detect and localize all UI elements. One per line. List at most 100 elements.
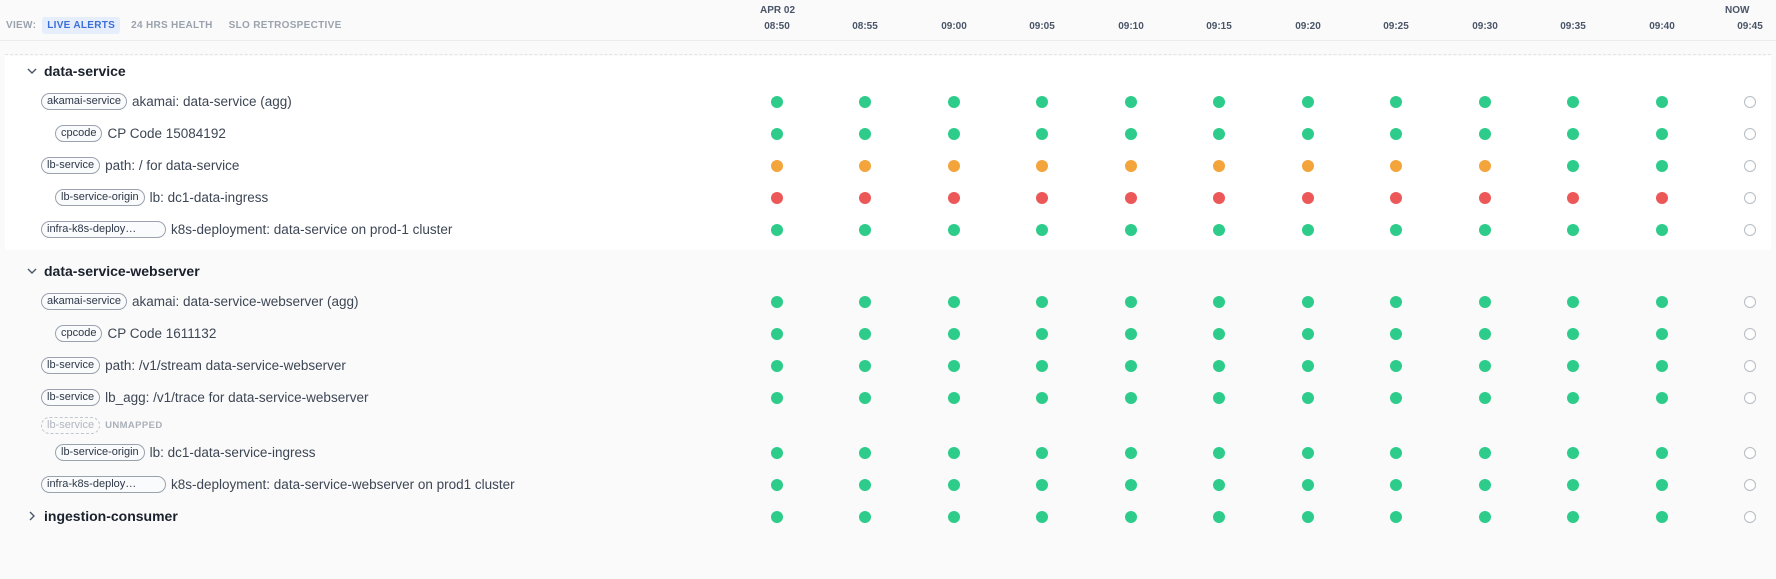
service-row[interactable]: cpcode CP Code 1611132 — [5, 318, 1771, 350]
status-dot-green[interactable] — [1036, 224, 1048, 236]
service-row[interactable]: cpcode CP Code 15084192 — [5, 118, 1771, 150]
status-dot-green[interactable] — [1390, 392, 1402, 404]
status-dot-green[interactable] — [948, 96, 960, 108]
tab-24-hrs-health[interactable]: 24 HRS HEALTH — [126, 17, 218, 34]
status-dot-green[interactable] — [1125, 224, 1137, 236]
status-dot-green[interactable] — [859, 447, 871, 459]
chevron-down-icon[interactable] — [25, 264, 39, 278]
status-dot-green[interactable] — [1390, 447, 1402, 459]
status-dot-green[interactable] — [1656, 96, 1668, 108]
status-dot-red[interactable] — [1036, 192, 1048, 204]
status-dot-red[interactable] — [948, 192, 960, 204]
status-dot-green[interactable] — [948, 511, 960, 523]
status-dot-red[interactable] — [1390, 192, 1402, 204]
status-dot-green[interactable] — [1656, 224, 1668, 236]
status-dot-green[interactable] — [1567, 392, 1579, 404]
status-dot-green[interactable] — [1302, 224, 1314, 236]
status-dot-red[interactable] — [1213, 192, 1225, 204]
status-dot-green[interactable] — [859, 360, 871, 372]
status-dot-red[interactable] — [1567, 192, 1579, 204]
status-dot-green[interactable] — [1125, 296, 1137, 308]
service-row[interactable]: lb-service path: / for data-service — [5, 150, 1771, 182]
status-dot-green[interactable] — [1479, 392, 1491, 404]
status-dot-empty[interactable] — [1744, 296, 1756, 308]
status-dot-green[interactable] — [948, 128, 960, 140]
status-dot-green[interactable] — [1479, 296, 1491, 308]
status-dot-green[interactable] — [859, 392, 871, 404]
status-dot-green[interactable] — [1125, 511, 1137, 523]
status-dot-green[interactable] — [1567, 96, 1579, 108]
status-dot-green[interactable] — [1036, 128, 1048, 140]
status-dot-green[interactable] — [1390, 360, 1402, 372]
status-dot-green[interactable] — [859, 479, 871, 491]
tab-live-alerts[interactable]: LIVE ALERTS — [42, 17, 121, 34]
status-dot-green[interactable] — [859, 224, 871, 236]
status-dot-green[interactable] — [1302, 511, 1314, 523]
service-row[interactable]: infra-k8s-deploy… k8s-deployment: data-se… — [5, 214, 1771, 246]
status-dot-green[interactable] — [771, 447, 783, 459]
status-dot-green[interactable] — [771, 296, 783, 308]
status-dot-empty[interactable] — [1744, 192, 1756, 204]
service-row[interactable]: lb-service lb_agg: /v1/trace for data-ser… — [5, 382, 1771, 414]
status-dot-green[interactable] — [1479, 328, 1491, 340]
status-dot-green[interactable] — [1213, 447, 1225, 459]
service-row[interactable]: lb-service-origin lb: dc1-data-ingress — [5, 182, 1771, 214]
status-dot-orange[interactable] — [1036, 160, 1048, 172]
service-row[interactable]: lb-service-origin lb: dc1-data-service-in… — [5, 437, 1771, 469]
status-dot-orange[interactable] — [771, 160, 783, 172]
status-dot-green[interactable] — [1567, 328, 1579, 340]
status-dot-empty[interactable] — [1744, 128, 1756, 140]
status-dot-green[interactable] — [1036, 447, 1048, 459]
status-dot-green[interactable] — [1302, 96, 1314, 108]
status-dot-green[interactable] — [1567, 447, 1579, 459]
status-dot-green[interactable] — [1656, 447, 1668, 459]
status-dot-green[interactable] — [771, 392, 783, 404]
status-dot-orange[interactable] — [859, 160, 871, 172]
status-dot-orange[interactable] — [948, 160, 960, 172]
status-dot-green[interactable] — [1213, 392, 1225, 404]
status-dot-empty[interactable] — [1744, 360, 1756, 372]
status-dot-green[interactable] — [771, 328, 783, 340]
status-dot-green[interactable] — [1302, 479, 1314, 491]
status-dot-red[interactable] — [1302, 192, 1314, 204]
status-dot-green[interactable] — [1302, 392, 1314, 404]
status-dot-green[interactable] — [1479, 511, 1491, 523]
status-dot-green[interactable] — [859, 96, 871, 108]
status-dot-green[interactable] — [1479, 224, 1491, 236]
status-dot-green[interactable] — [1390, 96, 1402, 108]
status-dot-green[interactable] — [1567, 160, 1579, 172]
group-header[interactable]: ingestion-consumer — [5, 501, 1771, 533]
status-dot-green[interactable] — [1125, 96, 1137, 108]
status-dot-empty[interactable] — [1744, 447, 1756, 459]
status-dot-empty[interactable] — [1744, 392, 1756, 404]
status-dot-green[interactable] — [1213, 511, 1225, 523]
status-dot-green[interactable] — [1656, 328, 1668, 340]
status-dot-green[interactable] — [1656, 296, 1668, 308]
status-dot-empty[interactable] — [1744, 224, 1756, 236]
status-dot-green[interactable] — [1213, 96, 1225, 108]
status-dot-red[interactable] — [1479, 192, 1491, 204]
status-dot-green[interactable] — [1036, 479, 1048, 491]
status-dot-green[interactable] — [948, 360, 960, 372]
status-dot-orange[interactable] — [1125, 160, 1137, 172]
status-dot-green[interactable] — [1567, 224, 1579, 236]
status-dot-green[interactable] — [1567, 128, 1579, 140]
status-dot-red[interactable] — [859, 192, 871, 204]
status-dot-orange[interactable] — [1390, 160, 1402, 172]
status-dot-empty[interactable] — [1744, 479, 1756, 491]
service-row[interactable]: lb-service path: /v1/stream data-service-… — [5, 350, 1771, 382]
status-dot-green[interactable] — [1302, 128, 1314, 140]
status-dot-green[interactable] — [1125, 447, 1137, 459]
status-dot-orange[interactable] — [1479, 160, 1491, 172]
status-dot-green[interactable] — [859, 296, 871, 308]
status-dot-green[interactable] — [1213, 224, 1225, 236]
status-dot-green[interactable] — [1479, 96, 1491, 108]
status-dot-green[interactable] — [1567, 296, 1579, 308]
status-dot-green[interactable] — [948, 392, 960, 404]
service-row[interactable]: lb-service UNMAPPED — [5, 414, 1771, 437]
group-header[interactable]: data-service — [5, 56, 1771, 86]
status-dot-green[interactable] — [1036, 96, 1048, 108]
status-dot-green[interactable] — [1125, 128, 1137, 140]
status-dot-green[interactable] — [1390, 224, 1402, 236]
status-dot-green[interactable] — [1390, 511, 1402, 523]
